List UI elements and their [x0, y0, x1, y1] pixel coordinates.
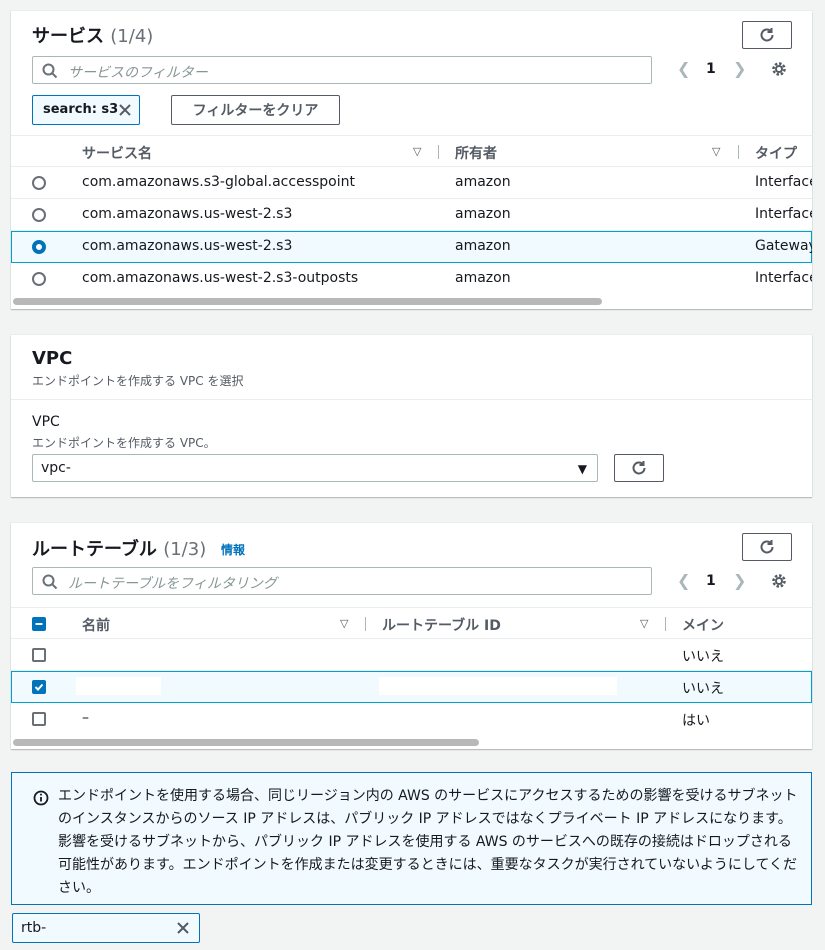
service-type: Interface: [755, 270, 812, 286]
route-tables-refresh-button[interactable]: [742, 533, 792, 561]
route-table-main: いいえ: [682, 649, 724, 665]
service-owner: amazon: [455, 270, 511, 286]
selected-route-table-token: rtb-: [12, 913, 200, 943]
row-radio-selected[interactable]: [32, 240, 46, 254]
services-count: (1/4): [110, 26, 154, 47]
route-table-main: いいえ: [682, 681, 724, 697]
column-type[interactable]: タイプ: [755, 143, 797, 163]
check-icon: [34, 683, 44, 691]
column-route-table-id[interactable]: ルートテーブル ID: [382, 615, 501, 635]
vpc-panel: VPC エンドポイントを作成する VPC を選択 VPC エンドポイントを作成す…: [11, 335, 812, 497]
row-radio[interactable]: [32, 208, 46, 222]
vpc-subtitle: エンドポイントを作成する VPC を選択: [32, 374, 244, 388]
services-page-number[interactable]: 1: [706, 61, 716, 77]
table-row[interactable]: com.amazonaws.us-west-2.s3-outposts amaz…: [11, 263, 812, 295]
route-tables-search-input[interactable]: ルートテーブルをフィルタリング: [32, 567, 652, 595]
vpc-title: VPC: [32, 348, 73, 369]
route-tables-search-placeholder: ルートテーブルをフィルタリング: [68, 576, 277, 592]
prev-page-icon[interactable]: ❮: [677, 59, 690, 78]
info-alert-message: エンドポイントを使用する場合、同じリージョン内の AWS のサービスにアクセスす…: [58, 788, 798, 896]
info-alert: エンドポイントを使用する場合、同じリージョン内の AWS のサービスにアクセスす…: [11, 772, 812, 905]
search-icon: [42, 574, 58, 590]
column-divider[interactable]: [438, 145, 439, 159]
column-main[interactable]: メイン: [682, 615, 724, 635]
prev-page-icon[interactable]: ❮: [677, 571, 690, 590]
service-name: com.amazonaws.us-west-2.s3: [82, 206, 293, 222]
selected-route-table-label: rtb-: [21, 920, 47, 936]
route-table-name: –: [82, 710, 89, 726]
redacted-name: [76, 677, 161, 695]
vpc-select[interactable]: vpc- ▼: [32, 454, 598, 482]
row-checkbox[interactable]: [32, 712, 46, 726]
vpc-select-value: vpc-: [41, 460, 71, 476]
services-search-placeholder: サービスのフィルター: [68, 65, 208, 81]
search-icon: [42, 63, 58, 79]
table-row[interactable]: com.amazonaws.s3-global.accesspoint amaz…: [11, 167, 812, 199]
services-refresh-button[interactable]: [742, 21, 792, 49]
vpc-refresh-button[interactable]: [614, 454, 664, 482]
service-owner: amazon: [455, 174, 511, 190]
row-radio[interactable]: [32, 272, 46, 286]
services-filter-token: search: s3: [32, 95, 140, 125]
section-divider: [11, 399, 812, 400]
service-owner: amazon: [455, 206, 511, 222]
caret-down-icon: ▼: [577, 462, 587, 476]
horizontal-scrollbar[interactable]: [13, 739, 479, 746]
minus-icon: [35, 623, 43, 625]
service-type: Interface: [755, 206, 812, 222]
refresh-icon: [632, 461, 646, 475]
sort-icon[interactable]: ▽: [712, 145, 720, 158]
redacted-id: [379, 677, 617, 695]
services-token-label: search: s3: [43, 102, 119, 117]
column-divider[interactable]: [665, 617, 666, 631]
service-owner: amazon: [455, 238, 511, 254]
refresh-icon: [760, 540, 774, 554]
column-name[interactable]: 名前: [82, 615, 110, 635]
route-table-main: はい: [682, 713, 710, 729]
route-tables-page-number[interactable]: 1: [706, 573, 716, 589]
services-search-input[interactable]: サービスのフィルター: [32, 56, 652, 84]
table-row-selected[interactable]: いいえ: [11, 671, 812, 703]
select-all-checkbox[interactable]: [32, 617, 46, 631]
service-type: Gateway: [755, 238, 812, 254]
row-checkbox[interactable]: [32, 648, 46, 662]
sort-icon[interactable]: ▽: [413, 145, 421, 158]
info-link[interactable]: 情報: [221, 541, 245, 558]
vpc-field-label: VPC: [32, 414, 60, 430]
table-row[interactable]: – はい: [11, 703, 812, 735]
service-name: com.amazonaws.s3-global.accesspoint: [82, 174, 355, 190]
sort-icon[interactable]: ▽: [340, 617, 348, 630]
row-radio[interactable]: [32, 176, 46, 190]
route-tables-count: (1/3): [163, 539, 207, 560]
service-name: com.amazonaws.us-west-2.s3: [82, 238, 293, 254]
row-checkbox-checked[interactable]: [32, 680, 46, 694]
table-row[interactable]: いいえ: [11, 639, 812, 671]
sort-icon[interactable]: ▽: [640, 617, 648, 630]
table-row-selected[interactable]: com.amazonaws.us-west-2.s3 amazon Gatewa…: [11, 231, 812, 263]
route-tables-table-header: 名前 ▽ ルートテーブル ID ▽ メイン: [11, 607, 812, 639]
table-row[interactable]: com.amazonaws.us-west-2.s3 amazon Interf…: [11, 199, 812, 231]
route-tables-title: ルートテーブル (1/3): [32, 539, 207, 560]
close-icon[interactable]: [175, 920, 191, 936]
close-icon[interactable]: [117, 102, 133, 118]
column-divider[interactable]: [365, 617, 366, 631]
next-page-icon[interactable]: ❯: [733, 59, 746, 78]
gear-icon[interactable]: [770, 572, 788, 590]
column-divider[interactable]: [738, 145, 739, 159]
info-icon: [33, 790, 49, 806]
services-table-header: サービス名 ▽ 所有者 ▽ タイプ: [11, 135, 812, 167]
next-page-icon[interactable]: ❯: [733, 571, 746, 590]
services-panel: サービス (1/4) サービスのフィルター ❮ 1 ❯ search: s3 フ…: [11, 11, 812, 309]
clear-filters-button[interactable]: フィルターをクリア: [171, 95, 340, 125]
services-title: サービス (1/4): [32, 26, 154, 47]
gear-icon[interactable]: [770, 60, 788, 78]
service-name: com.amazonaws.us-west-2.s3-outposts: [82, 270, 359, 286]
route-tables-panel: ルートテーブル (1/3) 情報 ルートテーブルをフィルタリング ❮ 1 ❯ 名…: [11, 523, 812, 749]
column-service-name[interactable]: サービス名: [82, 143, 152, 163]
service-type: Interface: [755, 174, 812, 190]
vpc-field-description: エンドポイントを作成する VPC。: [32, 436, 216, 450]
column-owner[interactable]: 所有者: [455, 143, 497, 163]
refresh-icon: [760, 28, 774, 42]
horizontal-scrollbar[interactable]: [13, 298, 602, 305]
